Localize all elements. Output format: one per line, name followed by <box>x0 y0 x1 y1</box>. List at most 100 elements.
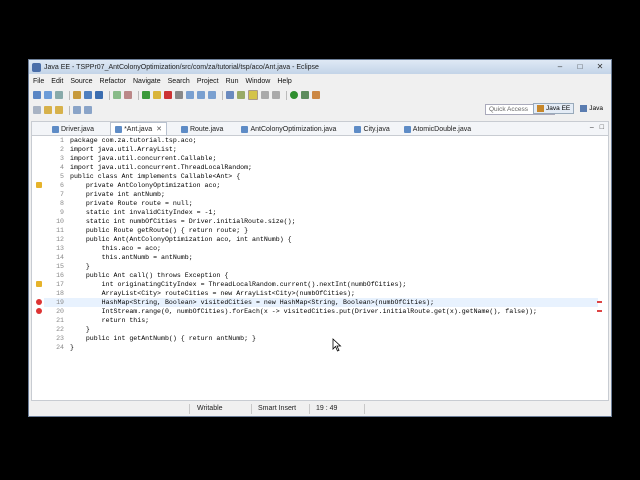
server-icon[interactable] <box>73 91 81 99</box>
status-bar: Writable Smart Insert 19 : 49 <box>29 402 611 416</box>
code-area[interactable]: 1 package com.za.tutorial.tsp.aco; 2 impor… <box>32 136 608 401</box>
package-icon[interactable] <box>113 91 121 99</box>
code-line: 17 int originatingCityIndex = ThreadLoca… <box>56 281 407 288</box>
error-marker-icon[interactable] <box>36 308 42 314</box>
close-tab-icon[interactable]: ✕ <box>156 125 162 133</box>
back-icon[interactable] <box>73 106 81 114</box>
annotation-next-icon[interactable] <box>44 106 52 114</box>
code-line-current: 19 HashMap<String, Boolean> visitedCitie… <box>44 298 598 307</box>
maximize-editor-icon[interactable]: □ <box>600 124 604 131</box>
status-insert-mode: Smart Insert <box>258 405 297 412</box>
code-line: 16 public Ant call() throws Exception { <box>56 272 229 279</box>
run-dropdown-icon[interactable] <box>301 91 309 99</box>
menu-refactor[interactable]: Refactor <box>96 78 129 85</box>
code-line: 24} <box>56 344 74 351</box>
tab-city[interactable]: City.java <box>350 123 393 135</box>
code-line: 14 this.antNumb = antNumb; <box>56 254 193 261</box>
code-line: 7 private int antNumb; <box>60 191 165 198</box>
minimize-editor-icon[interactable]: – <box>590 124 594 131</box>
code-line: 12 public Ant(AntColonyOptimization aco,… <box>56 236 292 243</box>
maximize-button[interactable]: □ <box>572 61 588 72</box>
terminate-icon[interactable] <box>164 91 172 99</box>
web-icon[interactable] <box>84 91 92 99</box>
step-return-icon[interactable] <box>208 91 216 99</box>
code-line: 20 IntStream.range(0, numbOfCities).forE… <box>56 308 537 315</box>
java-file-icon <box>52 125 59 133</box>
overview-error-mark[interactable] <box>597 301 602 303</box>
status-writable: Writable <box>197 405 223 412</box>
new-icon[interactable] <box>33 91 41 99</box>
code-line: 15 } <box>56 263 90 270</box>
java-file-icon <box>115 125 123 133</box>
tab-antcolony[interactable]: AntColonyOptimization.java <box>237 123 340 135</box>
suspend-icon[interactable] <box>153 91 161 99</box>
code-line: 3 import java.util.concurrent.Callable; <box>60 155 217 162</box>
window-title: Java EE - TSPPr07_AntColonyOptimization/… <box>44 63 319 71</box>
code-line: 2 import java.util.ArrayList; <box>60 146 177 153</box>
menu-search[interactable]: Search <box>164 78 193 85</box>
java-file-icon <box>403 125 411 133</box>
minimize-button[interactable]: – <box>552 61 568 72</box>
overview-error-mark[interactable] <box>597 310 602 312</box>
perspective-java[interactable]: Java <box>576 103 607 114</box>
close-button[interactable]: ✕ <box>592 61 608 72</box>
run-icon[interactable] <box>290 91 298 99</box>
code-line: 1 package com.za.tutorial.tsp.aco; <box>60 137 197 144</box>
external-tools-icon[interactable] <box>312 91 320 99</box>
menu-project[interactable]: Project <box>193 78 222 85</box>
error-marker-icon[interactable] <box>36 299 42 305</box>
code-line: 5 public class Ant implements Callable<An… <box>60 173 241 180</box>
main-toolbar <box>29 88 611 102</box>
menu-window[interactable]: Window <box>241 78 273 85</box>
perspective-switcher: Java EE Java <box>533 103 607 114</box>
perspective-java-ee[interactable]: Java EE <box>533 103 575 114</box>
annotation-prev-icon[interactable] <box>55 106 63 114</box>
edit-icon[interactable] <box>33 106 41 114</box>
resume-icon[interactable] <box>142 91 150 99</box>
code-line: 23 public int getAntNumb() { return antN… <box>56 335 256 342</box>
save-icon[interactable] <box>44 91 52 99</box>
code-line: 21 return this; <box>56 317 150 324</box>
debug-icon[interactable] <box>95 91 103 99</box>
tab-driver[interactable]: Driver.java <box>48 123 98 135</box>
title-bar: Java EE - TSPPr07_AntColonyOptimization/… <box>29 60 611 74</box>
java-ee-icon <box>537 105 545 112</box>
code-line: 6 private AntColonyOptimization aco; <box>60 182 221 189</box>
menu-navigate[interactable]: Navigate <box>129 78 164 85</box>
step-over-icon[interactable] <box>197 91 205 99</box>
code-line: 10 static int numbOfCities = Driver.init… <box>56 218 296 225</box>
forward-icon[interactable] <box>84 106 92 114</box>
tab-atomicdouble[interactable]: AtomicDouble.java <box>400 123 475 135</box>
menu-help[interactable]: Help <box>273 78 294 85</box>
menu-bar: File Edit Source Refactor Navigate Searc… <box>29 75 611 87</box>
menu-file[interactable]: File <box>29 78 47 85</box>
mark-occurrences-icon[interactable] <box>248 90 258 100</box>
code-line: 4 import java.util.concurrent.ThreadLocal… <box>60 164 253 171</box>
menu-source[interactable]: Source <box>66 78 95 85</box>
tab-ant[interactable]: *Ant.java ✕ <box>110 122 167 135</box>
code-line: 22 } <box>56 326 90 333</box>
java-icon <box>580 105 588 112</box>
menu-run[interactable]: Run <box>222 78 242 85</box>
print-icon[interactable] <box>55 91 63 99</box>
status-cursor-position: 19 : 49 <box>316 405 338 412</box>
mouse-pointer-icon <box>332 338 342 352</box>
code-line: 8 private Route route = null; <box>60 200 193 207</box>
class-icon[interactable] <box>124 91 132 99</box>
java-file-icon <box>354 125 362 133</box>
code-line: 11 public Route getRoute() { return rout… <box>56 227 249 234</box>
open-type-icon[interactable] <box>226 91 234 99</box>
search-icon[interactable] <box>237 91 245 99</box>
annotation-icon[interactable] <box>261 91 269 99</box>
tab-route[interactable]: Route.java <box>177 123 227 135</box>
step-into-icon[interactable] <box>186 91 194 99</box>
paragraph-icon[interactable] <box>272 91 280 99</box>
menu-edit[interactable]: Edit <box>47 78 66 85</box>
warning-marker-icon[interactable] <box>36 281 42 287</box>
code-line: 13 this.aco = aco; <box>56 245 162 252</box>
warning-marker-icon[interactable] <box>36 182 42 188</box>
java-file-icon <box>241 125 249 133</box>
editor-tabs: Driver.java *Ant.java ✕ Route.java AntCol… <box>32 122 608 136</box>
disconnect-icon[interactable] <box>175 91 183 99</box>
code-line: 18 ArrayList<City> routeCities = new Arr… <box>56 290 355 297</box>
